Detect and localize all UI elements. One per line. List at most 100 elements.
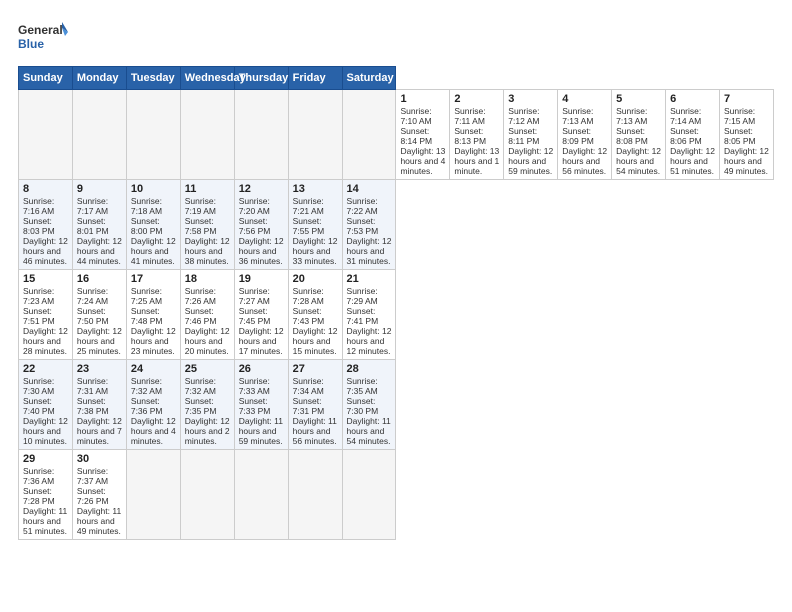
sunrise: Sunrise: 7:35 AM: [347, 376, 378, 396]
calendar-cell: [342, 90, 396, 180]
calendar-cell: 3 Sunrise: 7:12 AM Sunset: 8:11 PM Dayli…: [504, 90, 558, 180]
day-number: 27: [293, 363, 338, 375]
sunset: Sunset: 8:01 PM: [77, 216, 109, 236]
calendar-week-row: 15 Sunrise: 7:23 AM Sunset: 7:51 PM Dayl…: [19, 270, 774, 360]
daylight: Daylight: 12 hours and 15 minutes.: [293, 326, 338, 356]
daylight: Daylight: 12 hours and 59 minutes.: [508, 146, 553, 176]
sunset: Sunset: 7:26 PM: [77, 486, 109, 506]
daylight: Daylight: 12 hours and 10 minutes.: [23, 416, 68, 446]
calendar-cell: 25 Sunrise: 7:32 AM Sunset: 7:35 PM Dayl…: [180, 360, 234, 450]
sunrise: Sunrise: 7:17 AM: [77, 196, 108, 216]
calendar-cell: 22 Sunrise: 7:30 AM Sunset: 7:40 PM Dayl…: [19, 360, 73, 450]
daylight: Daylight: 12 hours and 4 minutes.: [131, 416, 176, 446]
weekday-header: Wednesday: [180, 67, 234, 90]
daylight: Daylight: 12 hours and 41 minutes.: [131, 236, 176, 266]
day-number: 15: [23, 273, 68, 285]
day-number: 13: [293, 183, 338, 195]
daylight: Daylight: 12 hours and 20 minutes.: [185, 326, 230, 356]
calendar-cell: [342, 450, 396, 540]
daylight: Daylight: 12 hours and 33 minutes.: [293, 236, 338, 266]
day-number: 26: [239, 363, 284, 375]
calendar-cell: 18 Sunrise: 7:26 AM Sunset: 7:46 PM Dayl…: [180, 270, 234, 360]
day-number: 22: [23, 363, 68, 375]
sunset: Sunset: 7:31 PM: [293, 396, 325, 416]
sunrise: Sunrise: 7:20 AM: [239, 196, 270, 216]
sunrise: Sunrise: 7:24 AM: [77, 286, 108, 306]
sunset: Sunset: 7:46 PM: [185, 306, 217, 326]
day-number: 17: [131, 273, 176, 285]
calendar-cell: 27 Sunrise: 7:34 AM Sunset: 7:31 PM Dayl…: [288, 360, 342, 450]
sunrise: Sunrise: 7:28 AM: [293, 286, 324, 306]
sunset: Sunset: 8:11 PM: [508, 126, 539, 146]
sunset: Sunset: 7:51 PM: [23, 306, 55, 326]
day-number: 25: [185, 363, 230, 375]
day-number: 8: [23, 183, 68, 195]
calendar-cell: 26 Sunrise: 7:33 AM Sunset: 7:33 PM Dayl…: [234, 360, 288, 450]
calendar-cell: [180, 90, 234, 180]
sunrise: Sunrise: 7:15 AM: [724, 106, 755, 126]
daylight: Daylight: 12 hours and 38 minutes.: [185, 236, 230, 266]
sunrise: Sunrise: 7:14 AM: [670, 106, 701, 126]
calendar-cell: 29 Sunrise: 7:36 AM Sunset: 7:28 PM Dayl…: [19, 450, 73, 540]
calendar-cell: 10 Sunrise: 7:18 AM Sunset: 8:00 PM Dayl…: [126, 180, 180, 270]
sunset: Sunset: 7:30 PM: [347, 396, 379, 416]
day-number: 30: [77, 453, 122, 465]
calendar-cell: 23 Sunrise: 7:31 AM Sunset: 7:38 PM Dayl…: [72, 360, 126, 450]
sunset: Sunset: 7:50 PM: [77, 306, 109, 326]
calendar-cell: 8 Sunrise: 7:16 AM Sunset: 8:03 PM Dayli…: [19, 180, 73, 270]
calendar-week-row: 1 Sunrise: 7:10 AM Sunset: 8:14 PM Dayli…: [19, 90, 774, 180]
sunrise: Sunrise: 7:26 AM: [185, 286, 216, 306]
calendar-cell: 24 Sunrise: 7:32 AM Sunset: 7:36 PM Dayl…: [126, 360, 180, 450]
sunset: Sunset: 8:06 PM: [670, 126, 702, 146]
sunrise: Sunrise: 7:11 AM: [454, 106, 485, 126]
sunrise: Sunrise: 7:22 AM: [347, 196, 378, 216]
sunset: Sunset: 8:14 PM: [400, 126, 432, 146]
day-number: 5: [616, 93, 661, 105]
sunrise: Sunrise: 7:34 AM: [293, 376, 324, 396]
sunrise: Sunrise: 7:36 AM: [23, 466, 54, 486]
day-number: 21: [347, 273, 392, 285]
daylight: Daylight: 12 hours and 17 minutes.: [239, 326, 284, 356]
sunset: Sunset: 7:43 PM: [293, 306, 325, 326]
calendar-cell: 28 Sunrise: 7:35 AM Sunset: 7:30 PM Dayl…: [342, 360, 396, 450]
day-number: 7: [724, 93, 769, 105]
daylight: Daylight: 12 hours and 49 minutes.: [724, 146, 769, 176]
calendar-cell: 19 Sunrise: 7:27 AM Sunset: 7:45 PM Dayl…: [234, 270, 288, 360]
calendar-cell: [234, 90, 288, 180]
day-number: 24: [131, 363, 176, 375]
svg-text:General: General: [18, 23, 63, 37]
daylight: Daylight: 11 hours and 59 minutes.: [239, 416, 283, 446]
calendar-cell: 30 Sunrise: 7:37 AM Sunset: 7:26 PM Dayl…: [72, 450, 126, 540]
daylight: Daylight: 13 hours and 4 minutes.: [400, 146, 445, 176]
sunrise: Sunrise: 7:33 AM: [239, 376, 270, 396]
logo-svg: General Blue: [18, 18, 68, 56]
daylight: Daylight: 12 hours and 23 minutes.: [131, 326, 176, 356]
calendar-cell: [72, 90, 126, 180]
sunrise: Sunrise: 7:30 AM: [23, 376, 54, 396]
daylight: Daylight: 12 hours and 44 minutes.: [77, 236, 122, 266]
day-number: 12: [239, 183, 284, 195]
sunset: Sunset: 8:03 PM: [23, 216, 55, 236]
daylight: Daylight: 11 hours and 51 minutes.: [23, 506, 67, 536]
weekday-header-row: SundayMondayTuesdayWednesdayThursdayFrid…: [19, 67, 774, 90]
sunrise: Sunrise: 7:10 AM: [400, 106, 431, 126]
calendar-cell: [19, 90, 73, 180]
sunset: Sunset: 7:40 PM: [23, 396, 55, 416]
day-number: 3: [508, 93, 553, 105]
calendar-cell: 12 Sunrise: 7:20 AM Sunset: 7:56 PM Dayl…: [234, 180, 288, 270]
daylight: Daylight: 11 hours and 54 minutes.: [347, 416, 391, 446]
calendar-cell: 14 Sunrise: 7:22 AM Sunset: 7:53 PM Dayl…: [342, 180, 396, 270]
calendar-cell: 5 Sunrise: 7:13 AM Sunset: 8:08 PM Dayli…: [612, 90, 666, 180]
day-number: 20: [293, 273, 338, 285]
weekday-header: Thursday: [234, 67, 288, 90]
day-number: 28: [347, 363, 392, 375]
calendar-cell: 9 Sunrise: 7:17 AM Sunset: 8:01 PM Dayli…: [72, 180, 126, 270]
daylight: Daylight: 11 hours and 49 minutes.: [77, 506, 121, 536]
calendar-cell: [180, 450, 234, 540]
sunset: Sunset: 7:53 PM: [347, 216, 379, 236]
sunrise: Sunrise: 7:31 AM: [77, 376, 108, 396]
sunrise: Sunrise: 7:37 AM: [77, 466, 108, 486]
sunset: Sunset: 7:45 PM: [239, 306, 271, 326]
daylight: Daylight: 12 hours and 51 minutes.: [670, 146, 715, 176]
daylight: Daylight: 13 hours and 1 minute.: [454, 146, 499, 176]
